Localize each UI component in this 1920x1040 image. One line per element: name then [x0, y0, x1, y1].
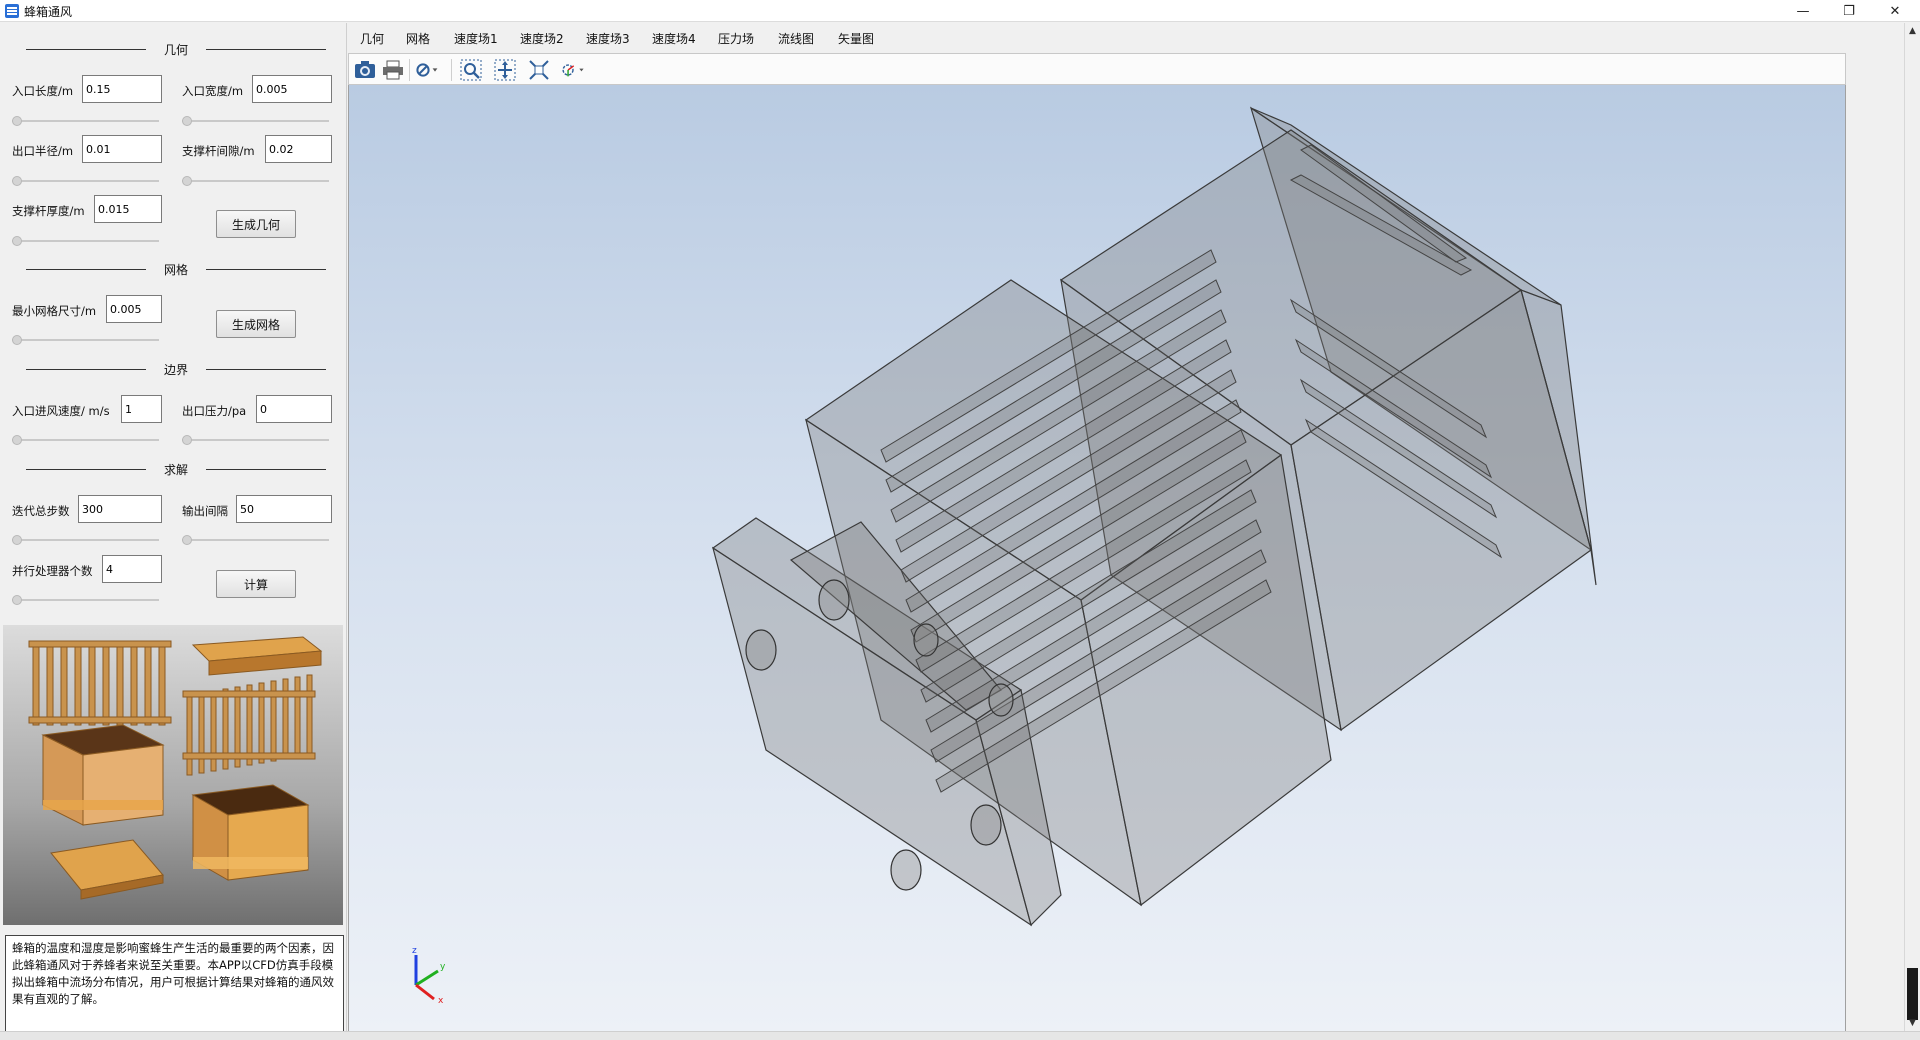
- status-bar: [0, 1031, 1920, 1040]
- inlet-velocity-slider[interactable]: [12, 435, 159, 445]
- tab-vectors[interactable]: 矢量图: [838, 30, 874, 47]
- tab-geometry[interactable]: 几何: [360, 30, 385, 48]
- app-icon: [5, 4, 19, 18]
- title-bar: 蜂箱通风 — ❐ ✕: [0, 0, 1920, 22]
- inlet-width-label: 入口宽度/m: [182, 84, 244, 98]
- inlet-width-input[interactable]: [252, 75, 332, 103]
- rod-thickness-slider[interactable]: [12, 236, 159, 246]
- output-interval-slider[interactable]: [182, 535, 329, 545]
- tab-velocity-2[interactable]: 速度场2: [520, 30, 564, 47]
- processors-input[interactable]: [102, 555, 162, 583]
- control-panel: 几何 入口长度/m 入口宽度/m 出口半径/m 支撑杆间隙/m 支撑杆厚度/m …: [0, 23, 347, 1039]
- outlet-radius-label: 出口半径/m: [12, 144, 74, 158]
- output-interval-label: 输出间隔: [182, 504, 228, 518]
- axis-y-label: y: [440, 962, 446, 972]
- inlet-length-slider[interactable]: [12, 116, 159, 126]
- outlet-pressure-label: 出口压力/pa: [182, 404, 247, 418]
- restore-button[interactable]: ❐: [1826, 0, 1872, 22]
- outlet-pressure-slider[interactable]: [182, 435, 329, 445]
- min-mesh-input[interactable]: [106, 295, 162, 323]
- section-mesh-title: 网格: [157, 263, 194, 277]
- description-text: 蜂箱的温度和湿度是影响蜜蜂生产生活的最重要的两个因素，因此蜂箱通风对于养蜂者来说…: [5, 935, 344, 1039]
- iterations-slider[interactable]: [12, 535, 159, 545]
- scroll-up-icon[interactable]: ▲: [1905, 23, 1920, 39]
- camera-icon[interactable]: [353, 58, 377, 82]
- scroll-thumb[interactable]: [1907, 968, 1918, 1020]
- processors-slider[interactable]: [12, 595, 159, 605]
- section-geometry-title: 几何: [157, 43, 194, 57]
- tab-velocity-4[interactable]: 速度场4: [652, 30, 696, 47]
- zoom-extents-icon[interactable]: [493, 58, 517, 82]
- inlet-length-label: 入口长度/m: [12, 84, 74, 98]
- 3d-viewport[interactable]: z y x: [348, 85, 1846, 1031]
- tab-pressure[interactable]: 压力场: [718, 30, 754, 47]
- outlet-pressure-input[interactable]: [256, 395, 332, 423]
- view-tabs: 几何 网格 速度场1 速度场2 速度场3 速度场4 压力场 流线图 矢量图: [348, 23, 1920, 53]
- zoom-fit-icon[interactable]: [527, 58, 551, 82]
- iterations-input[interactable]: [78, 495, 162, 523]
- output-interval-input[interactable]: [236, 495, 332, 523]
- outlet-radius-slider[interactable]: [12, 176, 159, 186]
- tab-streamlines[interactable]: 流线图: [778, 30, 814, 47]
- rod-thickness-input[interactable]: [94, 195, 162, 223]
- generate-mesh-button[interactable]: 生成网格: [216, 310, 296, 338]
- inlet-velocity-input[interactable]: [121, 395, 162, 423]
- generate-geometry-button[interactable]: 生成几何: [216, 210, 296, 238]
- compute-button[interactable]: 计算: [216, 570, 296, 598]
- minimize-button[interactable]: —: [1780, 0, 1826, 22]
- vertical-scrollbar[interactable]: ▲ ▼: [1904, 23, 1920, 1031]
- rod-spacing-label: 支撑杆间隙/m: [182, 144, 255, 158]
- viewer-toolbar: [348, 53, 1846, 85]
- tab-velocity-1[interactable]: 速度场1: [454, 30, 498, 47]
- section-boundary-header: 边界: [26, 361, 326, 377]
- hide-icon[interactable]: [415, 58, 439, 82]
- min-mesh-label: 最小网格尺寸/m: [12, 304, 97, 318]
- inlet-length-input[interactable]: [82, 75, 162, 103]
- window-title: 蜂箱通风: [24, 5, 73, 19]
- axis-x-label: x: [438, 996, 444, 1005]
- right-margin: [1846, 53, 1904, 1031]
- beehive-model: [711, 106, 1597, 927]
- axis-z-label: z: [412, 946, 417, 956]
- axis-triad: z y x: [412, 946, 446, 1005]
- scroll-down-icon[interactable]: ▼: [1905, 1015, 1920, 1031]
- print-icon[interactable]: [381, 58, 405, 82]
- section-solve-header: 求解: [26, 461, 326, 477]
- beehive-illustration: [3, 625, 343, 925]
- rod-spacing-input[interactable]: [265, 135, 332, 163]
- rotate-axes-icon[interactable]: [561, 58, 585, 82]
- iterations-label: 迭代总步数: [12, 504, 70, 518]
- processors-label: 并行处理器个数: [12, 564, 93, 578]
- tab-mesh[interactable]: 网格: [406, 30, 430, 47]
- rod-thickness-label: 支撑杆厚度/m: [12, 204, 85, 218]
- close-button[interactable]: ✕: [1872, 0, 1918, 22]
- section-geometry-header: 几何: [26, 41, 326, 57]
- rod-spacing-slider[interactable]: [182, 176, 329, 186]
- section-solve-title: 求解: [157, 463, 194, 477]
- inlet-width-slider[interactable]: [182, 116, 329, 126]
- outlet-radius-input[interactable]: [82, 135, 162, 163]
- inlet-velocity-label: 入口进风速度/ m/s: [12, 404, 110, 418]
- zoom-box-icon[interactable]: [459, 58, 483, 82]
- section-boundary-title: 边界: [157, 363, 194, 377]
- min-mesh-slider[interactable]: [12, 335, 159, 345]
- tab-velocity-3[interactable]: 速度场3: [586, 30, 630, 47]
- section-mesh-header: 网格: [26, 261, 326, 277]
